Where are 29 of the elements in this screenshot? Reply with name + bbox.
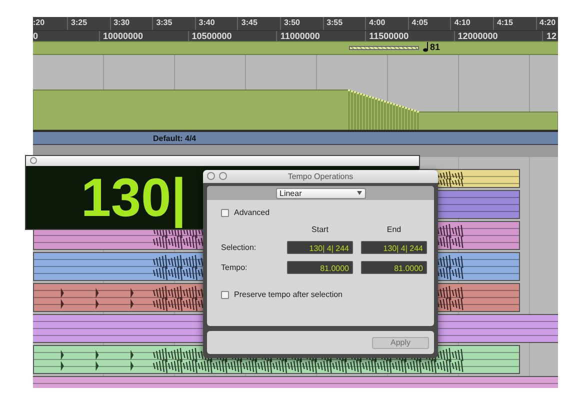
ruler-label: 4:20	[540, 17, 556, 29]
ruler-label: 11500000	[369, 31, 409, 41]
ruler-label: 4:00	[369, 17, 386, 29]
tempo-value: 81	[430, 42, 440, 52]
ruler-label: 4:15	[496, 17, 513, 29]
ruler-label: 3:35	[156, 17, 172, 29]
ruler-label: 12	[546, 31, 556, 41]
ruler-label: 4:05	[412, 17, 428, 29]
dialog-title: Tempo Operations	[288, 172, 354, 181]
ruler-label: 3:50	[284, 17, 300, 29]
field-label: Tempo:	[221, 263, 248, 272]
ruler-label: 10000000	[103, 31, 144, 41]
ruler-label: 3:40	[198, 17, 215, 29]
ruler-label: :20	[33, 17, 45, 29]
ruler-label: 12000000	[458, 31, 498, 41]
ruler-label: 11000000	[280, 31, 320, 41]
ruler-label: 4:10	[454, 17, 470, 29]
ruler-label: 3:30	[114, 17, 130, 29]
ruler-label: 3:55	[326, 17, 343, 29]
checkbox-label: Preserve tempo after selection	[234, 290, 342, 299]
ruler-label: 3:25	[71, 17, 88, 29]
column-header: End	[386, 225, 402, 234]
checkbox-label: Advanced	[234, 208, 270, 217]
column-header: Start	[310, 225, 330, 234]
ruler-label: 0	[33, 31, 38, 41]
meter-label: Default: 4/4	[153, 134, 196, 142]
field-label: Selection:	[221, 243, 258, 252]
ruler-label: 10500000	[192, 31, 232, 41]
ruler-label: 3:45	[241, 17, 258, 29]
